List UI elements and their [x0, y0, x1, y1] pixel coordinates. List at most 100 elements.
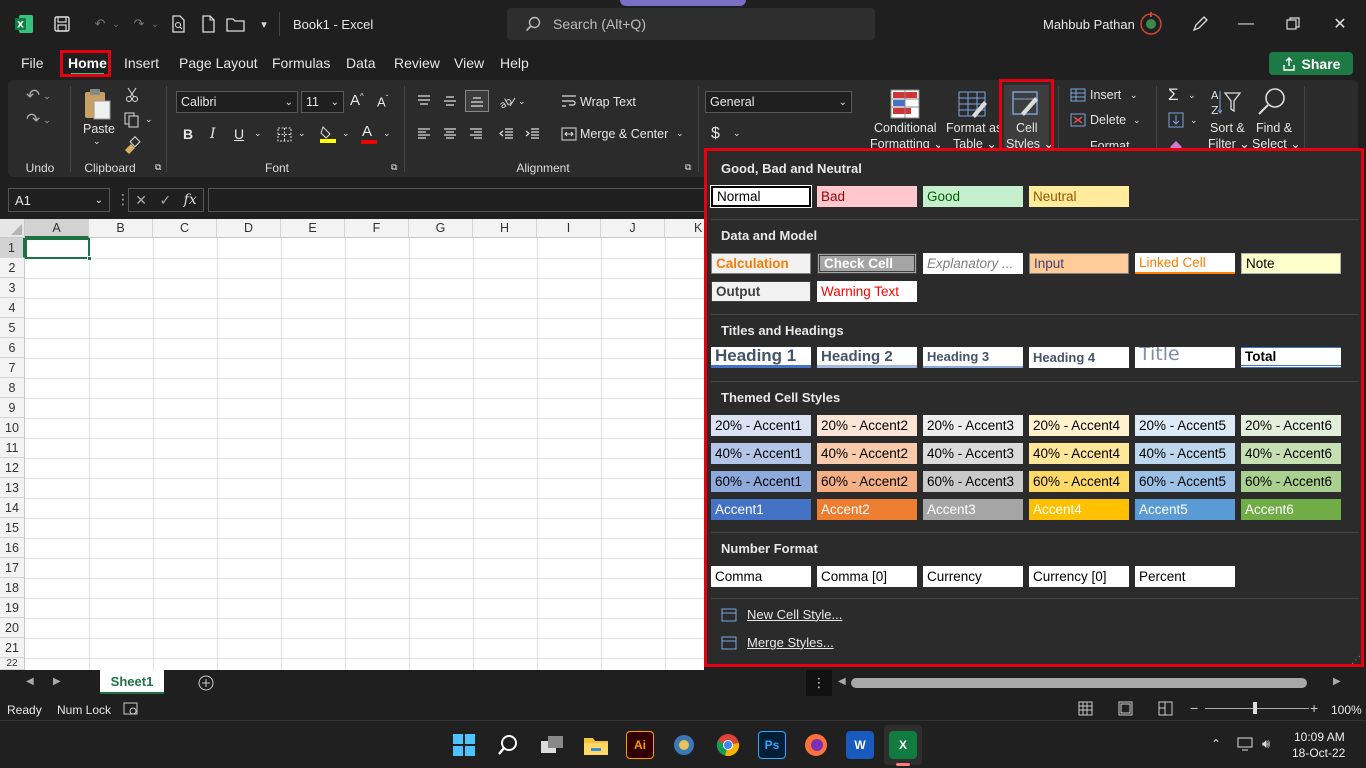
- open-folder-icon[interactable]: [224, 12, 248, 36]
- ribbon-undo-dropdown-icon[interactable]: ⌄: [42, 90, 52, 102]
- row-header[interactable]: 8: [0, 378, 25, 398]
- fill-color-dropdown-icon[interactable]: ⌄: [342, 128, 350, 139]
- row-header[interactable]: 11: [0, 438, 25, 458]
- alignment-launcher-icon[interactable]: ⧉: [685, 162, 691, 173]
- style-currency-0[interactable]: Currency [0]: [1029, 566, 1129, 587]
- style-heading-2[interactable]: Heading 2: [817, 347, 917, 368]
- ribbon-redo-icon[interactable]: ↷: [22, 110, 44, 130]
- increase-indent-icon[interactable]: [522, 125, 542, 143]
- restore-icon[interactable]: [1281, 12, 1305, 36]
- resize-grip-icon[interactable]: ⋰: [1351, 655, 1361, 666]
- borders-icon[interactable]: [274, 125, 294, 143]
- style-40-accent3[interactable]: 40% - Accent3: [923, 443, 1023, 464]
- align-top-icon[interactable]: [414, 92, 434, 110]
- wrap-text-button[interactable]: Wrap Text: [580, 95, 636, 109]
- style-20-accent5[interactable]: 20% - Accent5: [1135, 415, 1235, 436]
- autosum-icon[interactable]: Σ: [1168, 85, 1179, 105]
- sort-filter-label-2[interactable]: Filter ⌄: [1208, 136, 1250, 148]
- formula-input[interactable]: [208, 188, 708, 212]
- column-header[interactable]: E: [281, 219, 345, 238]
- insert-dropdown-icon[interactable]: ⌄: [1130, 90, 1138, 101]
- currency-dropdown-icon[interactable]: ⌄: [733, 128, 741, 139]
- style-check-cell[interactable]: Check Cell: [817, 253, 917, 274]
- decrease-indent-icon[interactable]: [496, 125, 516, 143]
- style-linked-cell[interactable]: Linked Cell: [1135, 253, 1235, 274]
- delete-dropdown-icon[interactable]: ⌄: [1133, 115, 1141, 126]
- align-right-icon[interactable]: [466, 125, 486, 143]
- taskbar-time[interactable]: 10:09 AM: [1294, 730, 1345, 744]
- row-header[interactable]: 4: [0, 298, 25, 318]
- style-60-accent3[interactable]: 60% - Accent3: [923, 471, 1023, 492]
- column-header[interactable]: H: [473, 219, 537, 238]
- share-button[interactable]: Share: [1269, 52, 1353, 75]
- zoom-out-icon[interactable]: −: [1190, 700, 1198, 716]
- volume-icon[interactable]: 🔊︎: [1262, 736, 1270, 752]
- close-icon[interactable]: ✕: [1328, 12, 1352, 36]
- scroll-right-icon[interactable]: ▶: [1333, 676, 1341, 687]
- style-output[interactable]: Output: [711, 281, 811, 302]
- style-total[interactable]: Total: [1241, 347, 1341, 368]
- align-bottom-icon[interactable]: [465, 90, 489, 112]
- worksheet-grid[interactable]: A B C D E F G H I J K 1 2 3 4 5 6 7 8 9 …: [0, 219, 704, 670]
- row-header[interactable]: 2: [0, 258, 25, 278]
- search-input[interactable]: Search (Alt+Q): [507, 8, 875, 40]
- row-header[interactable]: 13: [0, 478, 25, 498]
- windows-start-icon[interactable]: [450, 731, 478, 759]
- column-header[interactable]: B: [89, 219, 153, 238]
- active-cell[interactable]: [25, 238, 90, 259]
- format-as-table-icon[interactable]: [957, 88, 989, 120]
- photoshop-icon[interactable]: Ps: [758, 731, 786, 759]
- row-header[interactable]: 3: [0, 278, 25, 298]
- find-select-label-2[interactable]: Select ⌄: [1252, 136, 1301, 148]
- paste-dropdown-icon[interactable]: ⌄: [93, 136, 101, 147]
- column-header[interactable]: K: [665, 219, 704, 238]
- tray-chevron-icon[interactable]: ⌃: [1211, 737, 1221, 751]
- fill-color-icon[interactable]: [318, 124, 338, 144]
- borders-dropdown-icon[interactable]: ⌄: [298, 128, 306, 139]
- style-comma-0[interactable]: Comma [0]: [817, 566, 917, 587]
- select-all-button[interactable]: [0, 219, 25, 238]
- tab-insert[interactable]: Insert: [124, 55, 159, 71]
- style-note[interactable]: Note: [1241, 253, 1341, 274]
- row-header[interactable]: 9: [0, 398, 25, 418]
- row-header[interactable]: 10: [0, 418, 25, 438]
- style-explanatory[interactable]: Explanatory ...: [923, 253, 1023, 274]
- ribbon-redo-dropdown-icon[interactable]: ⌄: [42, 114, 52, 126]
- style-60-accent2[interactable]: 60% - Accent2: [817, 471, 917, 492]
- merge-center-button[interactable]: Merge & Center: [580, 127, 668, 141]
- column-header[interactable]: I: [537, 219, 601, 238]
- style-60-accent5[interactable]: 60% - Accent5: [1135, 471, 1235, 492]
- add-sheet-icon[interactable]: [198, 675, 214, 691]
- style-20-accent2[interactable]: 20% - Accent2: [817, 415, 917, 436]
- font-size-select[interactable]: 11 ⌄: [301, 91, 344, 113]
- merge-center-icon[interactable]: [560, 125, 578, 143]
- row-header[interactable]: 20: [0, 618, 25, 638]
- font-color-button[interactable]: A: [362, 123, 372, 140]
- row-header[interactable]: 21: [0, 638, 25, 658]
- word-icon[interactable]: W: [846, 731, 874, 759]
- style-60-accent4[interactable]: 60% - Accent4: [1029, 471, 1129, 492]
- tab-data[interactable]: Data: [346, 55, 376, 71]
- row-header[interactable]: 18: [0, 578, 25, 598]
- column-header[interactable]: A: [25, 219, 89, 238]
- style-currency[interactable]: Currency: [923, 566, 1023, 587]
- save-icon[interactable]: [50, 12, 74, 36]
- style-20-accent1[interactable]: 20% - Accent1: [711, 415, 811, 436]
- insert-cells-button[interactable]: Insert: [1090, 88, 1121, 102]
- find-select-icon[interactable]: [1256, 86, 1288, 118]
- shrink-font-button[interactable]: Aˇ: [377, 94, 388, 109]
- column-header[interactable]: F: [345, 219, 409, 238]
- style-heading-4[interactable]: Heading 4: [1029, 347, 1129, 368]
- taskbar-date[interactable]: 18-Oct-22: [1292, 746, 1345, 760]
- macro-record-icon[interactable]: [123, 702, 139, 716]
- row-header[interactable]: 19: [0, 598, 25, 618]
- excel-taskbar-icon[interactable]: X: [889, 731, 917, 759]
- tab-review[interactable]: Review: [394, 55, 440, 71]
- prev-sheet-icon[interactable]: ◀: [26, 676, 34, 687]
- chrome-icon[interactable]: [714, 731, 742, 759]
- merge-styles-button[interactable]: Merge Styles...: [721, 635, 834, 650]
- tab-page-layout[interactable]: Page Layout: [179, 55, 258, 71]
- font-name-select[interactable]: Calibri ⌄: [176, 91, 298, 113]
- insert-function-button[interactable]: fx: [184, 192, 197, 208]
- sheet-options-icon[interactable]: ⋮: [806, 670, 832, 696]
